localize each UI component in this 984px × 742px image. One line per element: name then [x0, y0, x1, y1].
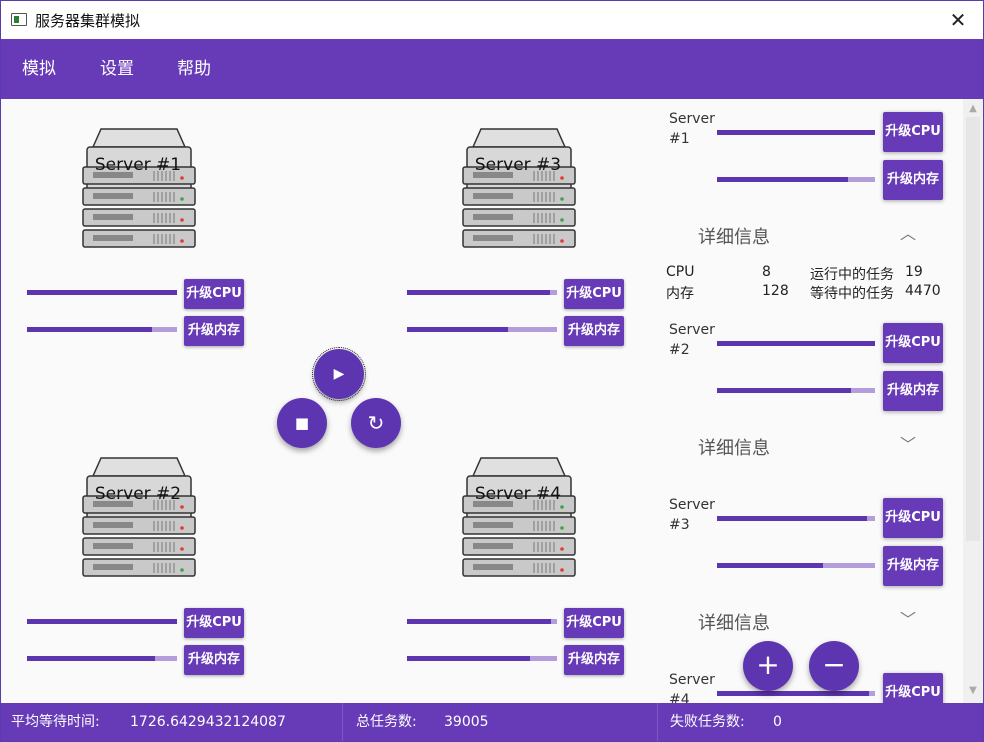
status-divider — [657, 703, 658, 741]
upgrade-memory-button[interactable]: 升级内存 — [564, 316, 624, 346]
reset-button[interactable]: ↻ — [351, 398, 401, 448]
server-label: Server #1 — [669, 111, 715, 147]
memory-bar — [717, 177, 875, 182]
server-name: Server #2 — [94, 484, 182, 504]
server-rack-2: Server #2 — [79, 456, 199, 586]
status-divider — [342, 703, 343, 741]
server-rack-icon — [82, 128, 196, 248]
add-server-button[interactable]: + — [743, 641, 793, 691]
server-name: Server #3 — [474, 155, 562, 175]
play-icon: ▶ — [333, 366, 345, 382]
close-icon[interactable]: ✕ — [943, 5, 973, 35]
total-tasks-value: 39005 — [444, 714, 489, 730]
server-label: Server #4 — [669, 672, 715, 703]
server-rack-1: Server #1 — [79, 127, 199, 257]
memory-bar — [27, 327, 177, 332]
server-rack-3: Server #3 — [459, 127, 579, 257]
memory-bar — [717, 563, 875, 568]
running-tasks-label: 运行中的任务 — [810, 267, 894, 283]
detail-header[interactable]: 详细信息 — [698, 434, 770, 460]
upgrade-cpu-button[interactable]: 升级CPU — [883, 673, 943, 703]
scroll-thumb[interactable] — [966, 117, 980, 541]
running-tasks-value: 19 — [905, 264, 923, 280]
menu-settings[interactable]: 设置 — [100, 39, 134, 99]
upgrade-memory-button[interactable]: 升级内存 — [184, 645, 244, 675]
scroll-up-icon[interactable]: ▲ — [963, 101, 983, 117]
menu-simulate[interactable]: 模拟 — [22, 39, 56, 99]
memory-bar — [717, 388, 875, 393]
upgrade-cpu-button[interactable]: 升级CPU — [184, 279, 244, 309]
cpu-bar — [27, 290, 177, 295]
chevron-down-icon[interactable]: ﹀ — [898, 435, 918, 455]
server-rack-icon — [462, 128, 576, 248]
server-rack-icon — [82, 457, 196, 577]
stop-icon: ■ — [294, 414, 310, 432]
memory-label: 内存 — [666, 286, 694, 302]
memory-bar — [407, 656, 557, 661]
upgrade-cpu-button[interactable]: 升级CPU — [564, 608, 624, 638]
detail-header[interactable]: 详细信息 — [698, 609, 770, 635]
remove-server-button[interactable]: − — [809, 641, 859, 691]
reset-icon: ↻ — [367, 411, 385, 435]
plus-icon: + — [756, 648, 780, 681]
cpu-bar — [407, 290, 557, 295]
memory-bar — [27, 656, 177, 661]
cpu-bar — [717, 130, 875, 135]
cpu-bar — [407, 619, 557, 624]
window-title: 服务器集群模拟 — [35, 12, 141, 30]
play-button[interactable]: ▶ — [312, 347, 366, 401]
minus-icon: − — [822, 648, 846, 681]
stop-button[interactable]: ■ — [277, 398, 327, 448]
failed-tasks-value: 0 — [773, 714, 782, 730]
upgrade-memory-button[interactable]: 升级内存 — [564, 645, 624, 675]
memory-value: 128 — [762, 283, 789, 299]
cpu-bar — [717, 516, 875, 521]
chevron-up-icon[interactable]: ︿ — [898, 224, 918, 244]
upgrade-cpu-button[interactable]: 升级CPU — [883, 323, 943, 363]
upgrade-memory-button[interactable]: 升级内存 — [184, 316, 244, 346]
upgrade-memory-button[interactable]: 升级内存 — [883, 546, 943, 586]
upgrade-memory-button[interactable]: 升级内存 — [883, 160, 943, 200]
upgrade-cpu-button[interactable]: 升级CPU — [564, 279, 624, 309]
scroll-down-icon[interactable]: ▼ — [963, 683, 983, 699]
upgrade-memory-button[interactable]: 升级内存 — [883, 371, 943, 411]
server-detail-panel: Server #1 升级CPU 升级内存 详细信息 ︿ CPU 8 运行中的任务 … — [661, 99, 963, 703]
memory-bar — [407, 327, 557, 332]
simulation-area: Server #1 升级CPU 升级内存 Server #3 升级CPU 升级内… — [1, 99, 661, 703]
server-label: Server #2 — [669, 322, 715, 358]
title-bar: 服务器集群模拟 ✕ — [1, 1, 983, 39]
server-label: Server #3 — [669, 497, 715, 533]
upgrade-cpu-button[interactable]: 升级CPU — [883, 112, 943, 152]
panel-scrollbar[interactable]: ▲ ▼ — [963, 99, 983, 703]
avg-wait-value: 1726.6429432124087 — [130, 714, 286, 730]
avg-wait-label: 平均等待时间: — [11, 714, 100, 730]
app-window: 服务器集群模拟 ✕ 模拟 设置 帮助 Server #1 升级CPU 升级内存 … — [0, 0, 984, 742]
waiting-tasks-value: 4470 — [905, 283, 941, 299]
waiting-tasks-label: 等待中的任务 — [810, 286, 894, 302]
cpu-label: CPU — [666, 264, 695, 280]
upgrade-cpu-button[interactable]: 升级CPU — [883, 498, 943, 538]
failed-tasks-label: 失败任务数: — [670, 714, 745, 730]
menu-bar: 模拟 设置 帮助 — [1, 39, 983, 99]
server-name: Server #4 — [474, 484, 562, 504]
upgrade-cpu-button[interactable]: 升级CPU — [184, 608, 244, 638]
total-tasks-label: 总任务数: — [356, 714, 417, 730]
app-icon — [11, 13, 27, 26]
cpu-bar — [717, 341, 875, 346]
chevron-down-icon[interactable]: ﹀ — [898, 610, 918, 630]
server-rack-icon — [462, 457, 576, 577]
cpu-bar — [717, 691, 875, 696]
server-rack-4: Server #4 — [459, 456, 579, 586]
server-name: Server #1 — [94, 155, 182, 175]
cpu-bar — [27, 619, 177, 624]
detail-header[interactable]: 详细信息 — [698, 223, 770, 249]
cpu-value: 8 — [762, 264, 771, 280]
menu-help[interactable]: 帮助 — [177, 39, 211, 99]
status-bar: 平均等待时间: 1726.6429432124087 总任务数: 39005 失… — [1, 703, 983, 741]
